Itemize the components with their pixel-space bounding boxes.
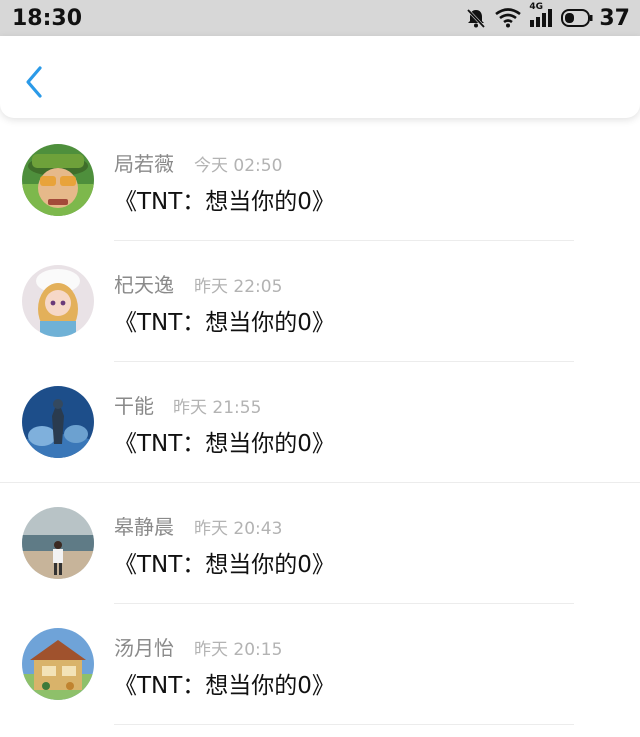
message-time: 昨天 21:55 [173,398,262,418]
divider [114,724,574,725]
message-time: 今天 02:50 [194,156,283,176]
list-item[interactable]: 汤月怡 昨天 20:15 《TNT：想当你的0》 [0,604,640,725]
muted-bell-icon [465,7,487,29]
avatar[interactable] [22,628,94,700]
avatar[interactable] [22,144,94,216]
message-preview: 《TNT：想当你的0》 [114,189,335,215]
message-preview: 《TNT：想当你的0》 [114,431,335,457]
avatar[interactable] [22,507,94,579]
sender-name: 杞天逸 [114,273,174,297]
network-type-label: 4G [529,2,544,12]
status-time: 18:30 [12,5,83,31]
header-bar [0,36,640,118]
chevron-left-icon [26,66,42,98]
sender-name: 汤月怡 [114,636,174,660]
list-item[interactable]: 干能 昨天 21:55 《TNT：想当你的0》 [0,362,640,483]
message-preview: 《TNT：想当你的0》 [114,552,335,578]
sender-name: 局若薇 [114,152,174,176]
wifi-icon [495,8,522,28]
list-item[interactable]: 局若薇 今天 02:50 《TNT：想当你的0》 [0,120,640,241]
sender-name: 干能 [114,394,154,418]
message-time: 昨天 22:05 [194,277,283,297]
avatar[interactable] [22,386,94,458]
sender-name: 皋静晨 [114,515,174,539]
battery-level: 37 [599,5,630,31]
message-preview: 《TNT：想当你的0》 [114,310,335,336]
back-button[interactable] [22,64,50,100]
message-time: 昨天 20:15 [194,640,283,660]
avatar[interactable] [22,265,94,337]
battery-icon [561,8,593,28]
list-item[interactable]: 皋静晨 昨天 20:43 《TNT：想当你的0》 [0,483,640,604]
message-list: 局若薇 今天 02:50 《TNT：想当你的0》 杞天逸 昨天 22:05 《T… [0,120,640,725]
status-icons: 4G 37 [465,2,630,31]
signal-icon: 4G [529,2,553,28]
message-preview: 《TNT：想当你的0》 [114,673,335,699]
message-time: 昨天 20:43 [194,519,283,539]
status-bar: 18:30 4G 37 [0,0,640,36]
list-item[interactable]: 杞天逸 昨天 22:05 《TNT：想当你的0》 [0,241,640,362]
